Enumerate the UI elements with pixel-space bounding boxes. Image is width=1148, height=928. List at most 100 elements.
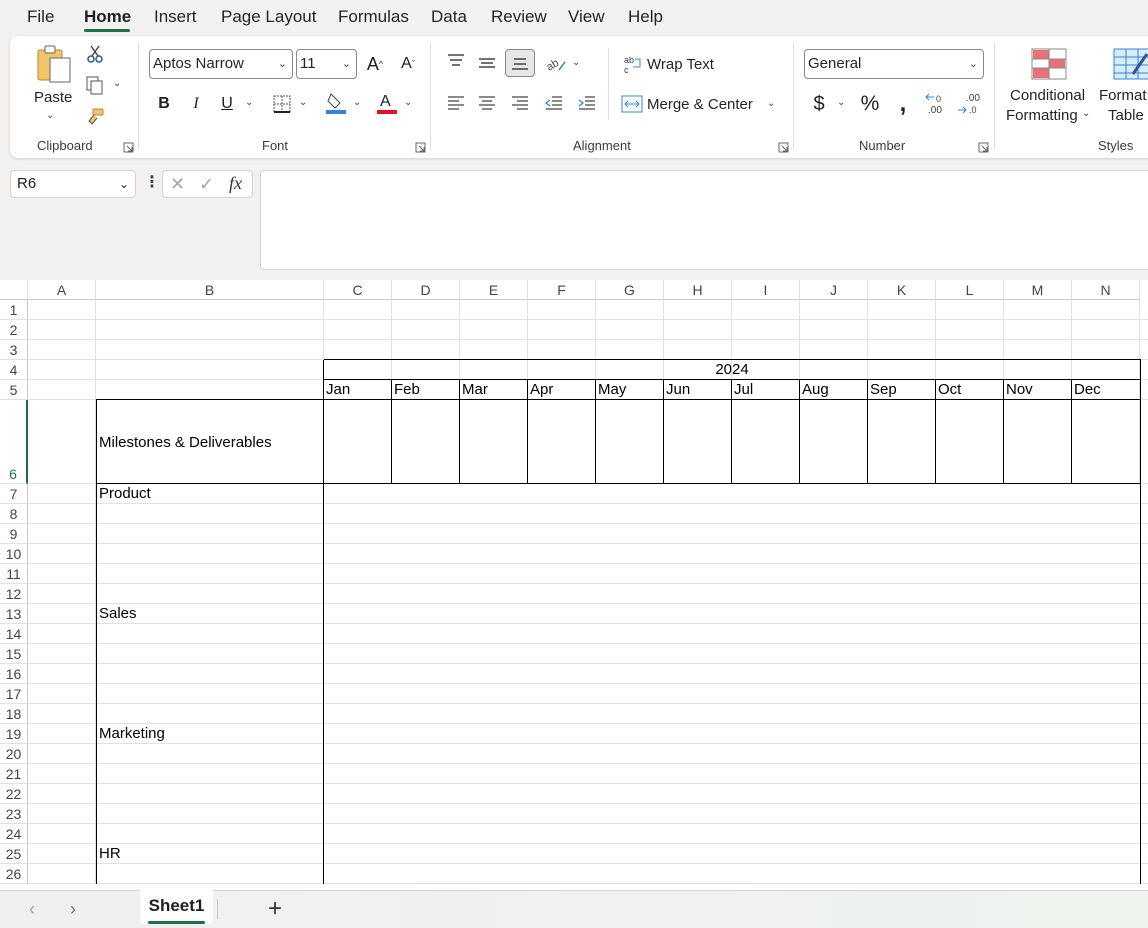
row-header-15[interactable]: 15 — [0, 644, 28, 664]
column-header-d[interactable]: D — [392, 280, 460, 300]
alignment-launcher-icon[interactable] — [778, 140, 789, 153]
column-header-i[interactable]: I — [732, 280, 800, 300]
enter-icon[interactable]: ✓ — [199, 174, 214, 195]
column-header-j[interactable]: J — [800, 280, 868, 300]
row-header-12[interactable]: 12 — [0, 584, 28, 604]
paste-chevron-down-icon[interactable]: ⌄ — [46, 110, 54, 121]
row-header-24[interactable]: 24 — [0, 824, 28, 844]
align-right-icon[interactable] — [509, 92, 531, 114]
italic-icon[interactable]: I — [186, 92, 206, 116]
font-name-select[interactable]: Aptos Narrow ⌄ — [149, 49, 293, 79]
row-header-26[interactable]: 26 — [0, 864, 28, 884]
column-header-b[interactable]: B — [96, 280, 324, 300]
column-header-e[interactable]: E — [460, 280, 528, 300]
insert-function-icon[interactable]: fx — [229, 173, 242, 194]
column-header-m[interactable]: M — [1004, 280, 1072, 300]
tab-view[interactable]: View — [568, 7, 605, 27]
select-all-corner[interactable] — [0, 280, 28, 300]
add-sheet-icon[interactable]: + — [268, 895, 282, 923]
cancel-icon[interactable]: ✕ — [170, 174, 185, 195]
merge-center-icon[interactable] — [620, 93, 644, 115]
name-box[interactable]: R6 ⌄ — [10, 170, 136, 198]
formula-input[interactable] — [260, 170, 1148, 270]
row-header-17[interactable]: 17 — [0, 684, 28, 704]
font-size-select[interactable]: 11 ⌄ — [296, 49, 357, 79]
font-color-chevron-down-icon[interactable]: ⌄ — [404, 97, 412, 108]
decrease-indent-icon[interactable] — [543, 92, 565, 114]
currency-chevron-down-icon[interactable]: ⌄ — [837, 97, 845, 108]
row-header-8[interactable]: 8 — [0, 504, 28, 524]
format-as-table-icon[interactable] — [1112, 46, 1148, 82]
column-header-n[interactable]: N — [1072, 280, 1140, 300]
font-launcher-icon[interactable] — [415, 140, 426, 153]
align-bottom-icon[interactable] — [505, 49, 535, 77]
row-header-23[interactable]: 23 — [0, 804, 28, 824]
cut-icon[interactable] — [85, 43, 105, 65]
format-painter-icon[interactable] — [84, 106, 106, 128]
tab-help[interactable]: Help — [628, 7, 663, 27]
underline-icon[interactable]: U — [217, 92, 237, 116]
conditional-formatting-label-1[interactable]: Conditional — [1010, 87, 1085, 104]
row-header-3[interactable]: 3 — [0, 340, 28, 360]
orientation-icon[interactable]: ab — [544, 52, 568, 76]
row-header-10[interactable]: 10 — [0, 544, 28, 564]
row-header-11[interactable]: 11 — [0, 564, 28, 584]
clipboard-launcher-icon[interactable] — [123, 140, 134, 153]
merge-center-label[interactable]: Merge & Center — [647, 96, 753, 113]
tab-formulas[interactable]: Formulas — [338, 7, 409, 27]
column-header-f[interactable]: F — [528, 280, 596, 300]
row-header-14[interactable]: 14 — [0, 624, 28, 644]
fill-color-chevron-down-icon[interactable]: ⌄ — [353, 97, 361, 108]
paste-icon[interactable] — [34, 44, 74, 84]
column-header-g[interactable]: G — [596, 280, 664, 300]
tab-data[interactable]: Data — [431, 7, 467, 27]
align-top-icon[interactable] — [445, 50, 467, 72]
sheet-tab-sheet1[interactable]: Sheet1 — [140, 890, 213, 924]
worksheet-grid[interactable]: A B C D E F G H I J K L M N 1 2 3 4 5 6 7 8 9 10 11 12 13 14 15 16 17 1… — [0, 280, 1148, 890]
row-header-18[interactable]: 18 — [0, 704, 28, 724]
format-table-label-2[interactable]: Table — [1108, 107, 1144, 124]
orientation-chevron-down-icon[interactable]: ⌄ — [572, 57, 580, 68]
decrease-decimal-icon[interactable]: .00.0 — [956, 91, 982, 117]
row-header-2[interactable]: 2 — [0, 320, 28, 340]
copy-chevron-down-icon[interactable]: ⌄ — [113, 78, 121, 89]
column-header-k[interactable]: K — [868, 280, 936, 300]
increase-decimal-icon[interactable]: .00 0 — [924, 91, 950, 117]
row-header-19[interactable]: 19 — [0, 724, 28, 744]
borders-icon[interactable] — [270, 92, 294, 116]
row-header-6[interactable]: 6 — [0, 400, 28, 484]
align-middle-icon[interactable] — [476, 52, 498, 74]
more-options-icon[interactable]: ⋮ — [144, 172, 160, 192]
tab-page-layout[interactable]: Page Layout — [221, 7, 316, 27]
row-header-9[interactable]: 9 — [0, 524, 28, 544]
row-header-7[interactable]: 7 — [0, 484, 28, 504]
row-header-20[interactable]: 20 — [0, 744, 28, 764]
copy-icon[interactable] — [83, 74, 107, 96]
wrap-text-icon[interactable]: ab c — [622, 53, 644, 75]
tab-file[interactable]: File — [27, 7, 54, 27]
row-header-13[interactable]: 13 — [0, 604, 28, 624]
conditional-formatting-label-2[interactable]: Formatting — [1006, 107, 1078, 124]
fill-color-icon[interactable] — [324, 90, 348, 116]
paste-label[interactable]: Paste — [34, 89, 72, 106]
tab-home[interactable]: Home — [84, 7, 131, 27]
row-header-25[interactable]: 25 — [0, 844, 28, 864]
row-header-4[interactable]: 4 — [0, 360, 28, 380]
column-header-c[interactable]: C — [324, 280, 392, 300]
merge-chevron-down-icon[interactable]: ⌄ — [767, 98, 775, 109]
number-format-select[interactable]: General ⌄ — [804, 49, 984, 79]
shrink-font-icon[interactable]: Aˇ — [396, 52, 420, 76]
currency-icon[interactable]: $ — [809, 92, 829, 116]
increase-indent-icon[interactable] — [576, 92, 598, 114]
tab-insert[interactable]: Insert — [154, 7, 197, 27]
row-header-1[interactable]: 1 — [0, 300, 28, 320]
bold-icon[interactable]: B — [154, 92, 174, 116]
font-color-icon[interactable]: A — [375, 90, 399, 116]
row-header-22[interactable]: 22 — [0, 784, 28, 804]
column-header-l[interactable]: L — [936, 280, 1004, 300]
column-header-a[interactable]: A — [28, 280, 96, 300]
scroll-right-icon[interactable]: › — [70, 899, 76, 920]
row-header-21[interactable]: 21 — [0, 764, 28, 784]
conditional-chevron-down-icon[interactable]: ⌄ — [1082, 108, 1090, 119]
row-header-5[interactable]: 5 — [0, 380, 28, 400]
